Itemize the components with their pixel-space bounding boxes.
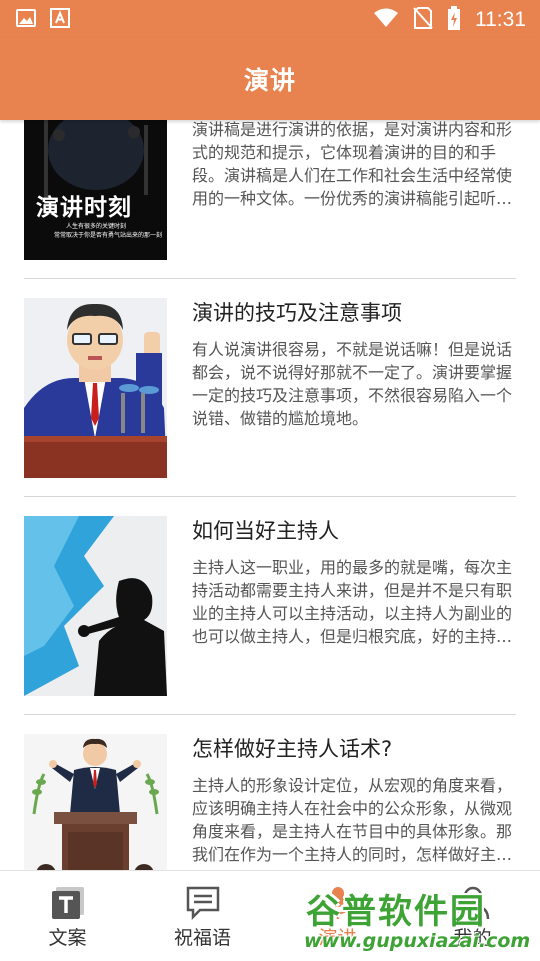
article-title: 怎样做好主持人话术?	[192, 737, 393, 761]
message-icon	[185, 885, 221, 921]
image-icon	[16, 8, 36, 28]
status-time: 11:31	[475, 8, 526, 31]
tab-copywriting[interactable]: 文案	[0, 871, 135, 961]
article-title: 演讲的技巧及注意事项	[192, 301, 402, 325]
article-thumbnail	[24, 516, 167, 696]
article-thumbnail: 演讲时刻 人生有很多的关键时刻 常常取决于你是否有勇气站出来的那一刻	[24, 120, 167, 260]
watermark-url: www.gupuxiazai.com	[304, 930, 531, 952]
divider	[24, 714, 516, 715]
article-description: 主持人这一职业，用的最多的就是嘴，每次主持活动都需要主持人来讲，但是并不是只有职…	[192, 558, 513, 646]
article-description: 主持人的形象设计定位，从宏观的角度来看，应该明确主持人在社会中的公众形象，从微观…	[192, 776, 513, 864]
divider	[24, 278, 516, 279]
tab-label: 祝福语	[173, 927, 231, 949]
app-bar: 演讲	[0, 38, 540, 120]
thumbnail-caption-2: 常常取决于你是否有勇气站出来的那一刻	[54, 232, 163, 239]
article-list[interactable]: 演讲时刻 人生有很多的关键时刻 常常取决于你是否有勇气站出来的那一刻 演讲稿是进…	[0, 120, 540, 870]
watermark-logo: 谷普软件园 www.gupuxiazai.com	[296, 884, 540, 960]
article-description: 有人说演讲很容易，不就是说话嘛！但是说话都会，说不说得好那就不一定了。演讲要掌握…	[192, 340, 513, 428]
page-title: 演讲	[243, 66, 296, 95]
article-description: 演讲稿是进行演讲的依据，是对演讲内容和形式的规范和提示，它体现着演讲的目的和手段…	[192, 120, 513, 208]
text-a-icon	[50, 8, 70, 28]
wifi-icon	[373, 8, 399, 32]
tab-greetings[interactable]: 祝福语	[135, 871, 270, 961]
battery-charging-icon	[447, 6, 461, 34]
list-item[interactable]: 演讲时刻 人生有很多的关键时刻 常常取决于你是否有勇气站出来的那一刻 演讲稿是进…	[24, 120, 516, 260]
list-item[interactable]: 如何当好主持人 主持人这一职业，用的最多的就是嘴，每次主持活动都需要主持人来讲，…	[24, 516, 516, 696]
list-item[interactable]: 演讲的技巧及注意事项 有人说演讲很容易，不就是说话嘛！但是说话都会，说不说得好那…	[24, 298, 516, 478]
no-sim-icon	[413, 7, 433, 33]
text-t-icon	[50, 885, 86, 921]
thumbnail-caption-1: 人生有很多的关键时刻	[66, 223, 127, 230]
tab-label: 文案	[48, 927, 87, 949]
divider	[24, 496, 516, 497]
thumbnail-headline: 演讲时刻	[36, 195, 132, 221]
watermark-title: 谷普软件园	[306, 892, 486, 932]
article-thumbnail	[24, 734, 167, 870]
list-item[interactable]: 怎样做好主持人话术? 主持人的形象设计定位，从宏观的角度来看，应该明确主持人在社…	[24, 734, 516, 870]
article-title: 如何当好主持人	[192, 519, 339, 543]
article-thumbnail	[24, 298, 167, 478]
status-bar: 11:31	[0, 0, 540, 38]
